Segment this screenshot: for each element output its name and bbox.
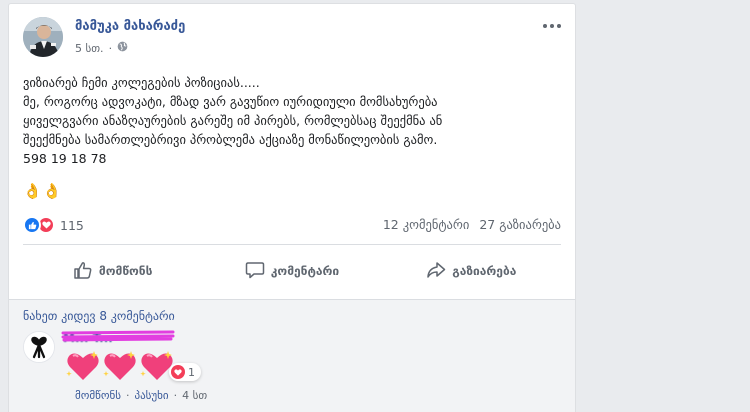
separator-dot: ·: [125, 389, 130, 402]
post-line: მე, როგორც ადვოკატი, მზად ვარ გავუწიო იუ…: [23, 94, 438, 109]
sparkling-heart-icon: [102, 349, 138, 383]
author-name[interactable]: მამუკა მახარაძე: [75, 19, 185, 34]
post-line: ყიველგვარი ანაზღაურების გარეშე იმ პირებს…: [23, 113, 443, 128]
globe-icon[interactable]: [117, 41, 128, 55]
view-more-comments-link[interactable]: ნახეთ კიდევ 8 კომენტარი: [23, 309, 175, 323]
comment-button[interactable]: კომენტარი: [202, 252, 381, 290]
comments-count[interactable]: 12 კომენტარი: [383, 217, 469, 232]
like-reaction-icon: [23, 216, 41, 234]
comment-actions: მომწონს · პასუხი · 4 სთ: [75, 389, 207, 402]
share-button[interactable]: გაზიარება: [382, 252, 561, 290]
engagement-counts: 12 კომენტარი 27 გაზიარება: [383, 217, 561, 232]
post-meta: 5 სთ. ·: [75, 41, 128, 55]
comment-label: კომენტარი: [270, 264, 340, 278]
comment-content: [65, 349, 175, 383]
phone-number: 598 19 18 78: [23, 151, 107, 166]
reaction-count: 115: [60, 217, 84, 233]
shares-count[interactable]: 27 გაზიარება: [479, 217, 561, 232]
share-arrow-icon: [426, 261, 446, 282]
divider: [23, 244, 561, 245]
comment-bubble-icon: [245, 261, 265, 282]
like-label: მომწონს: [98, 264, 153, 278]
post-time[interactable]: 5 სთ.: [75, 42, 104, 55]
like-button[interactable]: მომწონს: [23, 252, 202, 290]
name-redaction-scribble: [61, 330, 175, 342]
post-card: მამუკა მახარაძე 5 სთ. · ვიზიარებ ჩემი კო…: [8, 3, 576, 412]
comment-reaction-count: 1: [188, 365, 195, 379]
post-line: ვიზიარებ ჩემი კოლეგების პოზიციას.....: [23, 75, 260, 90]
ok-hand-emojis: 👌👌: [23, 182, 63, 200]
separator-dot: ·: [108, 41, 113, 55]
comment-reaction-badge[interactable]: 1: [169, 363, 201, 381]
post-line: შეექმნება სამართლებრივი პრობლემა აქციაზე…: [23, 132, 438, 147]
more-options-icon[interactable]: [541, 18, 563, 34]
commenter-avatar[interactable]: [23, 331, 55, 363]
sparkling-heart-icon: [65, 349, 101, 383]
author-avatar[interactable]: [23, 17, 63, 57]
separator-dot: ·: [173, 389, 178, 402]
page: მამუკა მახარაძე 5 სთ. · ვიზიარებ ჩემი კო…: [0, 0, 750, 412]
post-text: ვიზიარებ ჩემი კოლეგების პოზიციას..... მე…: [23, 73, 563, 168]
reaction-summary[interactable]: 115: [23, 216, 84, 234]
comment-reply-link[interactable]: პასუხი: [134, 389, 168, 402]
thumbs-up-icon: [73, 261, 93, 282]
comment-time[interactable]: 4 სთ: [182, 389, 207, 402]
share-label: გაზიარება: [452, 264, 517, 278]
love-reaction-icon: [171, 365, 185, 379]
comments-section: ნახეთ კიდევ 8 კომენტარი M... T...: [9, 300, 575, 412]
comment-like-link[interactable]: მომწონს: [75, 389, 121, 402]
post-actions: მომწონს კომენტარი გაზიარება: [23, 252, 561, 290]
